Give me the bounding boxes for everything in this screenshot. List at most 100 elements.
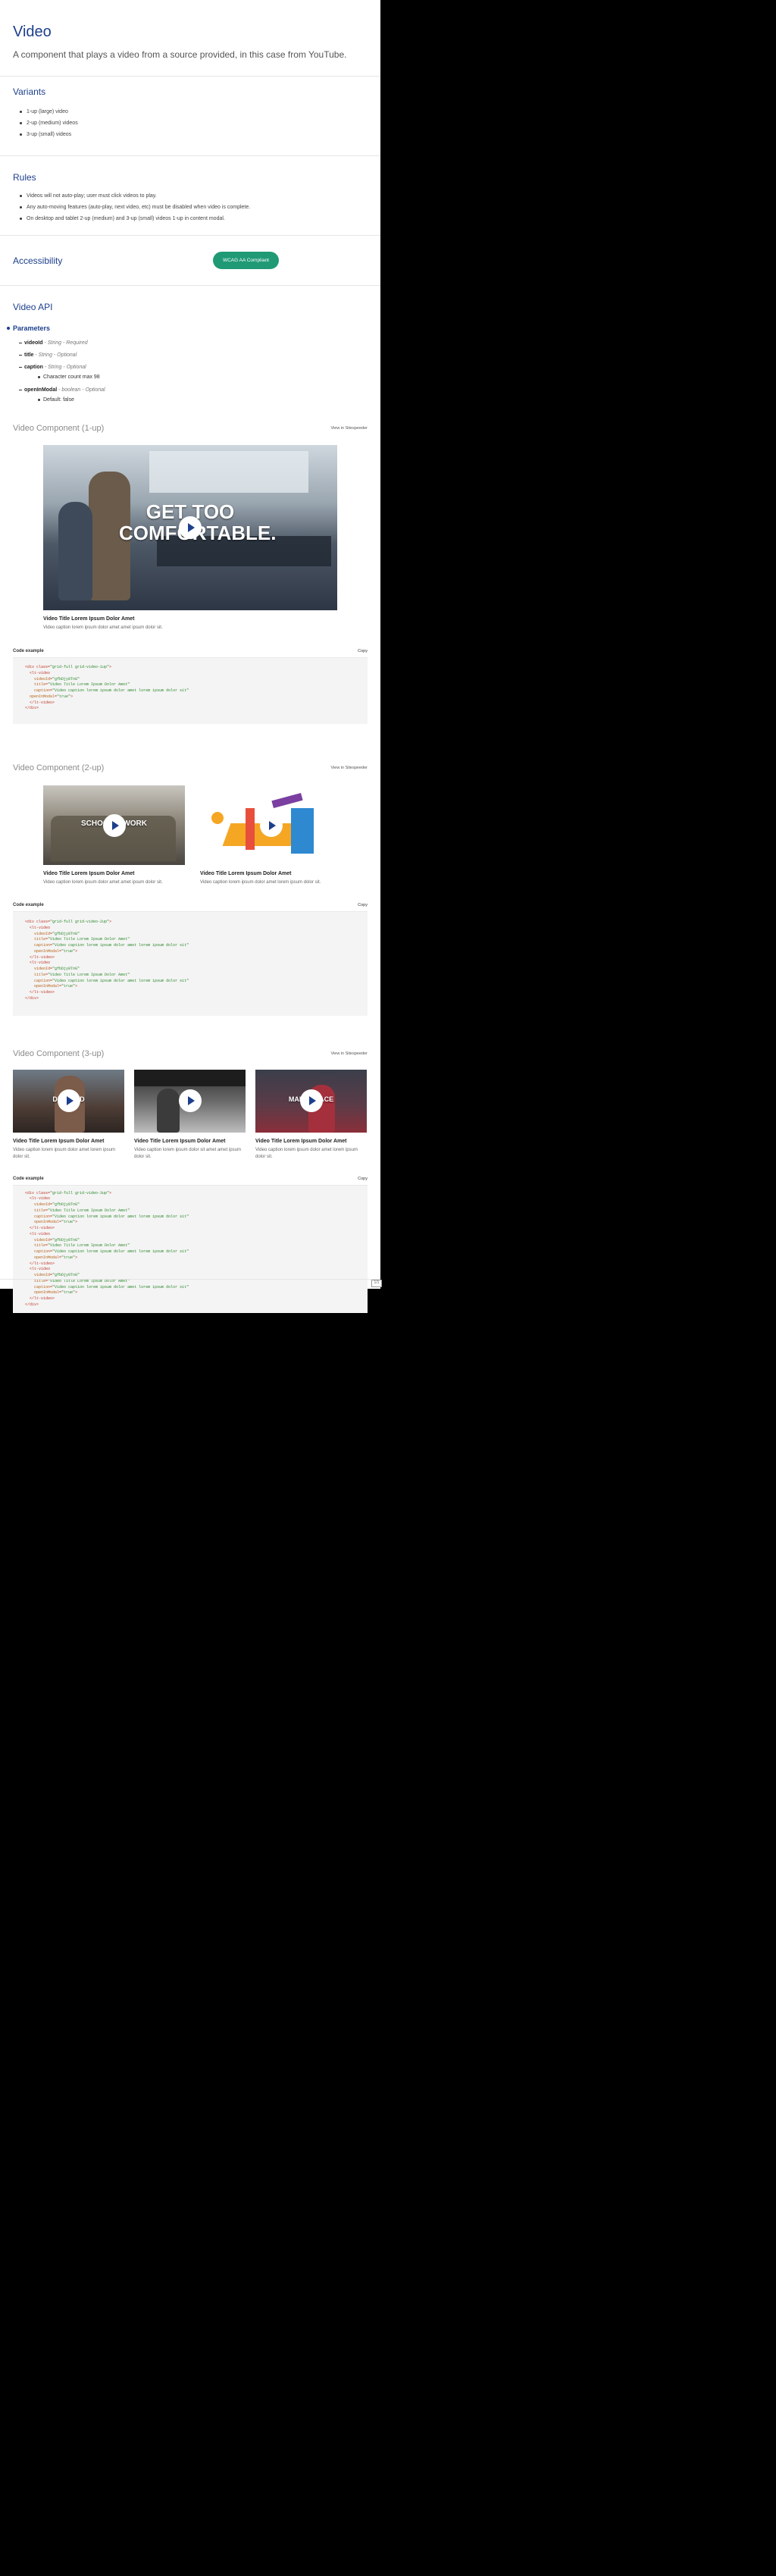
play-button[interactable] xyxy=(299,1089,323,1112)
code-tag xyxy=(25,1208,34,1213)
code-line: </lt-video> xyxy=(25,700,355,707)
api-section: Video API Parameters videoId - String - … xyxy=(0,286,380,421)
list-item: 3-up (small) videos xyxy=(20,132,368,137)
code-string: "Video caption lorem ipsum dolor amet lo… xyxy=(52,978,189,983)
code-block: <div class="grid-full grid-video-3up"> <… xyxy=(13,1184,368,1313)
code-tag xyxy=(25,1290,34,1295)
code-tag xyxy=(25,677,34,682)
play-button[interactable] xyxy=(57,1089,80,1112)
code-tag: > xyxy=(75,1290,78,1296)
section-heading: Video Component (3-up) xyxy=(13,1048,105,1058)
code-attribute: caption xyxy=(34,1214,51,1219)
video-thumbnail[interactable]: DELAYED xyxy=(13,1069,124,1133)
code-tag: > xyxy=(109,665,112,669)
code-string: "gfbDjy8TnG" xyxy=(52,1237,80,1243)
code-line: <div class="grid-full grid-video-2up"> xyxy=(25,920,355,926)
code-string: "Video Title Lorem Ipsum Dolor Amet" xyxy=(48,1243,130,1249)
video-thumbnail[interactable] xyxy=(134,1069,246,1133)
sitespeeder-link[interactable]: View in Sitespeeder xyxy=(330,426,368,431)
param-item: videoId - String - Required xyxy=(19,340,368,346)
code-line: </div> xyxy=(25,706,355,712)
sitespeeder-link[interactable]: View in Sitespeeder xyxy=(330,1051,368,1056)
copy-button[interactable]: Copy xyxy=(358,1177,368,1181)
code-string: "Video caption lorem ipsum dolor amet lo… xyxy=(52,943,189,948)
code-string: "gfbDjy8TnG" xyxy=(52,676,80,682)
play-button[interactable] xyxy=(259,813,283,837)
code-attribute: caption xyxy=(34,1249,51,1254)
code-tag: </lt-video> xyxy=(25,1296,55,1301)
code-string: "Video Title Lorem Ipsum Dolor Amet" xyxy=(48,682,130,688)
code-attribute: videoId xyxy=(34,676,51,682)
param-desc: - String - Optional xyxy=(42,365,86,370)
accessibility-heading: Accessibility xyxy=(13,255,63,266)
code-tag: </lt-video> xyxy=(25,990,55,995)
code-tag: <div class= xyxy=(25,1190,51,1196)
code-string: "grid-full grid-video-2up" xyxy=(50,920,110,924)
video-thumbnail[interactable]: GET TOO COMFORTABLE. xyxy=(43,445,337,610)
code-tag: </lt-video> xyxy=(25,1261,55,1266)
code-tag xyxy=(25,1273,34,1277)
video-caption: Video caption lorem ipsum dolor amet lor… xyxy=(255,1147,358,1159)
page-title: Video xyxy=(13,24,52,40)
code-string: "Video caption lorem ipsum dolor amet lo… xyxy=(52,1214,189,1219)
page: Video A component that plays a video fro… xyxy=(0,0,380,1313)
param-name: caption xyxy=(24,365,43,370)
code-line: </lt-video> xyxy=(25,955,355,961)
copy-button[interactable]: Copy xyxy=(358,903,368,907)
code-tag xyxy=(25,682,34,687)
api-heading: Video API xyxy=(13,302,53,312)
play-button[interactable] xyxy=(102,813,126,837)
code-attribute: caption xyxy=(34,978,51,983)
code-string: "gfbDjy8TnG" xyxy=(52,967,80,971)
code-line: videoId="gfbDjy8TnG" xyxy=(25,1238,355,1244)
code-line: title="Video Title Lorem Ipsum Dolor Ame… xyxy=(25,1208,355,1214)
video-caption: Video caption lorem ipsum dolor amet lor… xyxy=(200,880,321,885)
list-item: 1-up (large) video xyxy=(20,109,368,114)
code-string: "Video Title Lorem Ipsum Dolor Amet" xyxy=(48,1208,130,1213)
sitespeeder-link[interactable]: View in Sitespeeder xyxy=(330,766,368,770)
page-footer xyxy=(0,1279,380,1289)
code-label: Code example xyxy=(13,649,44,653)
code-string: "true" xyxy=(61,1290,76,1296)
code-tag xyxy=(25,949,34,954)
video-title: Video Title Lorem Ipsum Dolor Amet xyxy=(43,616,135,622)
code-tag: <lt-video xyxy=(25,925,51,930)
code-tag xyxy=(25,979,34,983)
illustration-shape xyxy=(211,812,224,824)
code-line: openInModal="true"> xyxy=(25,1290,355,1296)
code-line: </div> xyxy=(25,1302,355,1308)
code-line: videoId="gfbDjy8TnG" xyxy=(25,932,355,938)
video-thumbnail[interactable]: MAKE SPACE xyxy=(255,1069,367,1133)
code-line: caption="Video caption lorem ipsum dolor… xyxy=(25,688,355,694)
code-tag: > xyxy=(75,984,78,989)
list-item: On desktop and tablet 2-up (medium) and … xyxy=(20,216,368,221)
video-thumbnail[interactable]: SCHOOL & WORK xyxy=(43,785,185,865)
code-tag: <lt-video xyxy=(25,961,51,966)
code-line: <lt-video xyxy=(25,961,355,967)
param-note: Default: false xyxy=(38,397,368,403)
code-string: "gfbDjy8TnG" xyxy=(52,931,80,936)
code-tag xyxy=(25,984,34,989)
code-line: title="Video Title Lorem Ipsum Dolor Ame… xyxy=(25,937,355,943)
code-line: </lt-video> xyxy=(25,990,355,996)
code-label: Code example xyxy=(13,1176,44,1181)
play-button[interactable] xyxy=(179,516,202,539)
code-attribute: videoId xyxy=(34,1237,51,1243)
code-tag xyxy=(25,932,34,936)
code-attribute: videoId xyxy=(34,967,51,971)
copy-button[interactable]: Copy xyxy=(358,649,368,653)
code-line: </lt-video> xyxy=(25,1226,355,1232)
code-attribute: caption xyxy=(34,688,51,693)
code-block: <div class="grid-full grid-video-2up"> <… xyxy=(13,911,368,1016)
page-header: Video A component that plays a video fro… xyxy=(0,0,380,77)
code-string: "Video caption lorem ipsum dolor amet lo… xyxy=(52,1249,189,1254)
video-thumbnail[interactable] xyxy=(200,785,342,865)
wcag-badge: WCAG AA Compliant xyxy=(212,252,279,269)
code-attribute: videoId xyxy=(34,1202,51,1207)
video-title: Video Title Lorem Ipsum Dolor Amet xyxy=(13,1138,105,1144)
code-line: videoId="gfbDjy8TnG" xyxy=(25,677,355,683)
play-button[interactable] xyxy=(178,1089,202,1112)
code-line: caption="Video caption lorem ipsum dolor… xyxy=(25,979,355,985)
code-attribute: openInModal xyxy=(34,948,60,954)
video-caption: Video caption lorem ipsum dolor amet ame… xyxy=(43,880,163,885)
